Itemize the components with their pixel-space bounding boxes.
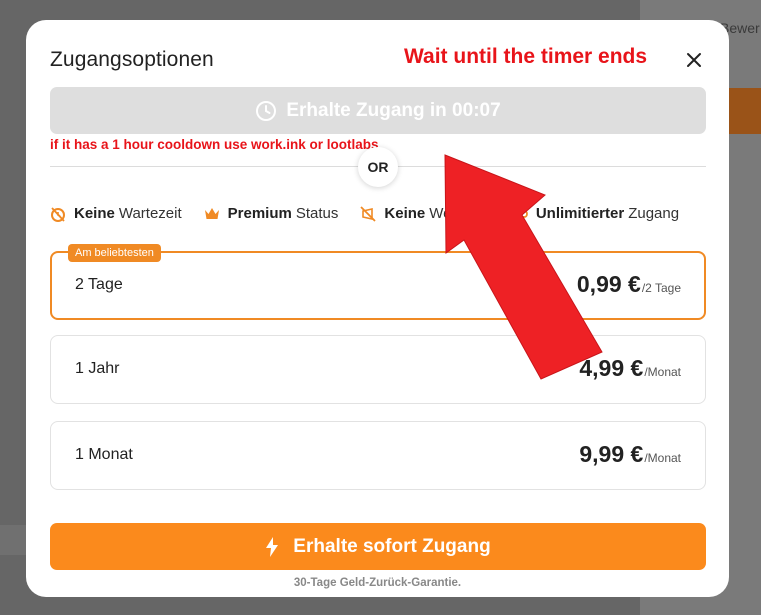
timed-access-label: Erhalte Zugang in 00:07 bbox=[286, 99, 501, 121]
feature-premium-text: Status bbox=[295, 205, 339, 222]
plan-price: 4,99 € /Monat bbox=[579, 355, 681, 382]
feature-no-wait-text: Wartezeit bbox=[118, 205, 182, 222]
cta-label: Erhalte sofort Zugang bbox=[293, 535, 491, 557]
no-clock-icon bbox=[51, 206, 65, 222]
no-ads-icon bbox=[360, 205, 377, 222]
close-icon bbox=[687, 53, 701, 67]
plan-price: 0,99 € /2 Tage bbox=[577, 271, 681, 298]
or-divider: OR bbox=[358, 147, 398, 187]
access-options-dialog: Zugangsoptionen Wait until the timer end… bbox=[26, 20, 729, 597]
money-back-guarantee: 30-Tage Geld-Zurück-Garantie. bbox=[293, 577, 462, 589]
plan-name: 1 Monat bbox=[75, 446, 133, 463]
plan-option-1-year[interactable]: 1 Jahr 4,99 € /Monat bbox=[50, 335, 706, 404]
price-unit: /2 Tage bbox=[641, 281, 681, 295]
feature-no-ads-bold: Keine bbox=[384, 205, 426, 222]
plan-name: 2 Tage bbox=[75, 276, 123, 293]
feature-no-wait: Keine Wartezeit bbox=[50, 205, 182, 222]
plan-option-1-month[interactable]: 1 Monat 9,99 € /Monat bbox=[50, 421, 706, 490]
lightning-icon bbox=[266, 536, 279, 557]
price-value: 9,99 € bbox=[579, 441, 644, 467]
feature-no-ads: Keine Werbung bbox=[360, 205, 490, 222]
price-unit: /Monat bbox=[644, 365, 681, 379]
plan-price: 9,99 € /Monat bbox=[579, 441, 681, 468]
price-value: 4,99 € bbox=[579, 355, 644, 381]
feature-no-ads-text: Werbung bbox=[429, 205, 490, 222]
crown-icon bbox=[204, 207, 219, 219]
feature-list: Keine Wartezeit Premium Status Keine Wer… bbox=[50, 205, 701, 222]
infinity-icon bbox=[511, 209, 528, 218]
feature-unlimited-bold: Unlimitierter bbox=[535, 205, 625, 222]
plan-option-2-days[interactable]: Am beliebtesten 2 Tage 0,99 € /2 Tage bbox=[50, 244, 706, 320]
close-button[interactable] bbox=[682, 48, 706, 72]
clock-icon bbox=[256, 100, 277, 121]
dialog-title: Zugangsoptionen bbox=[50, 48, 214, 71]
feature-no-wait-bold: Keine bbox=[74, 205, 115, 222]
get-instant-access-button[interactable]: Erhalte sofort Zugang bbox=[50, 523, 706, 570]
feature-premium-bold: Premium bbox=[227, 205, 292, 222]
feature-unlimited-text: Zugang bbox=[628, 205, 680, 222]
feature-unlimited: Unlimitierter Zugang bbox=[511, 205, 680, 222]
plan-name: 1 Jahr bbox=[75, 360, 120, 377]
price-value: 0,99 € bbox=[576, 271, 641, 297]
annotation-cooldown: if it has a 1 hour cooldown use work.ink… bbox=[50, 137, 379, 152]
feature-premium: Premium Status bbox=[204, 205, 339, 222]
popular-badge: Am beliebtesten bbox=[68, 244, 161, 262]
price-unit: /Monat bbox=[644, 451, 681, 465]
annotation-wait-timer: Wait until the timer ends bbox=[404, 45, 648, 68]
timed-access-button[interactable]: Erhalte Zugang in 00:07 bbox=[50, 87, 706, 134]
